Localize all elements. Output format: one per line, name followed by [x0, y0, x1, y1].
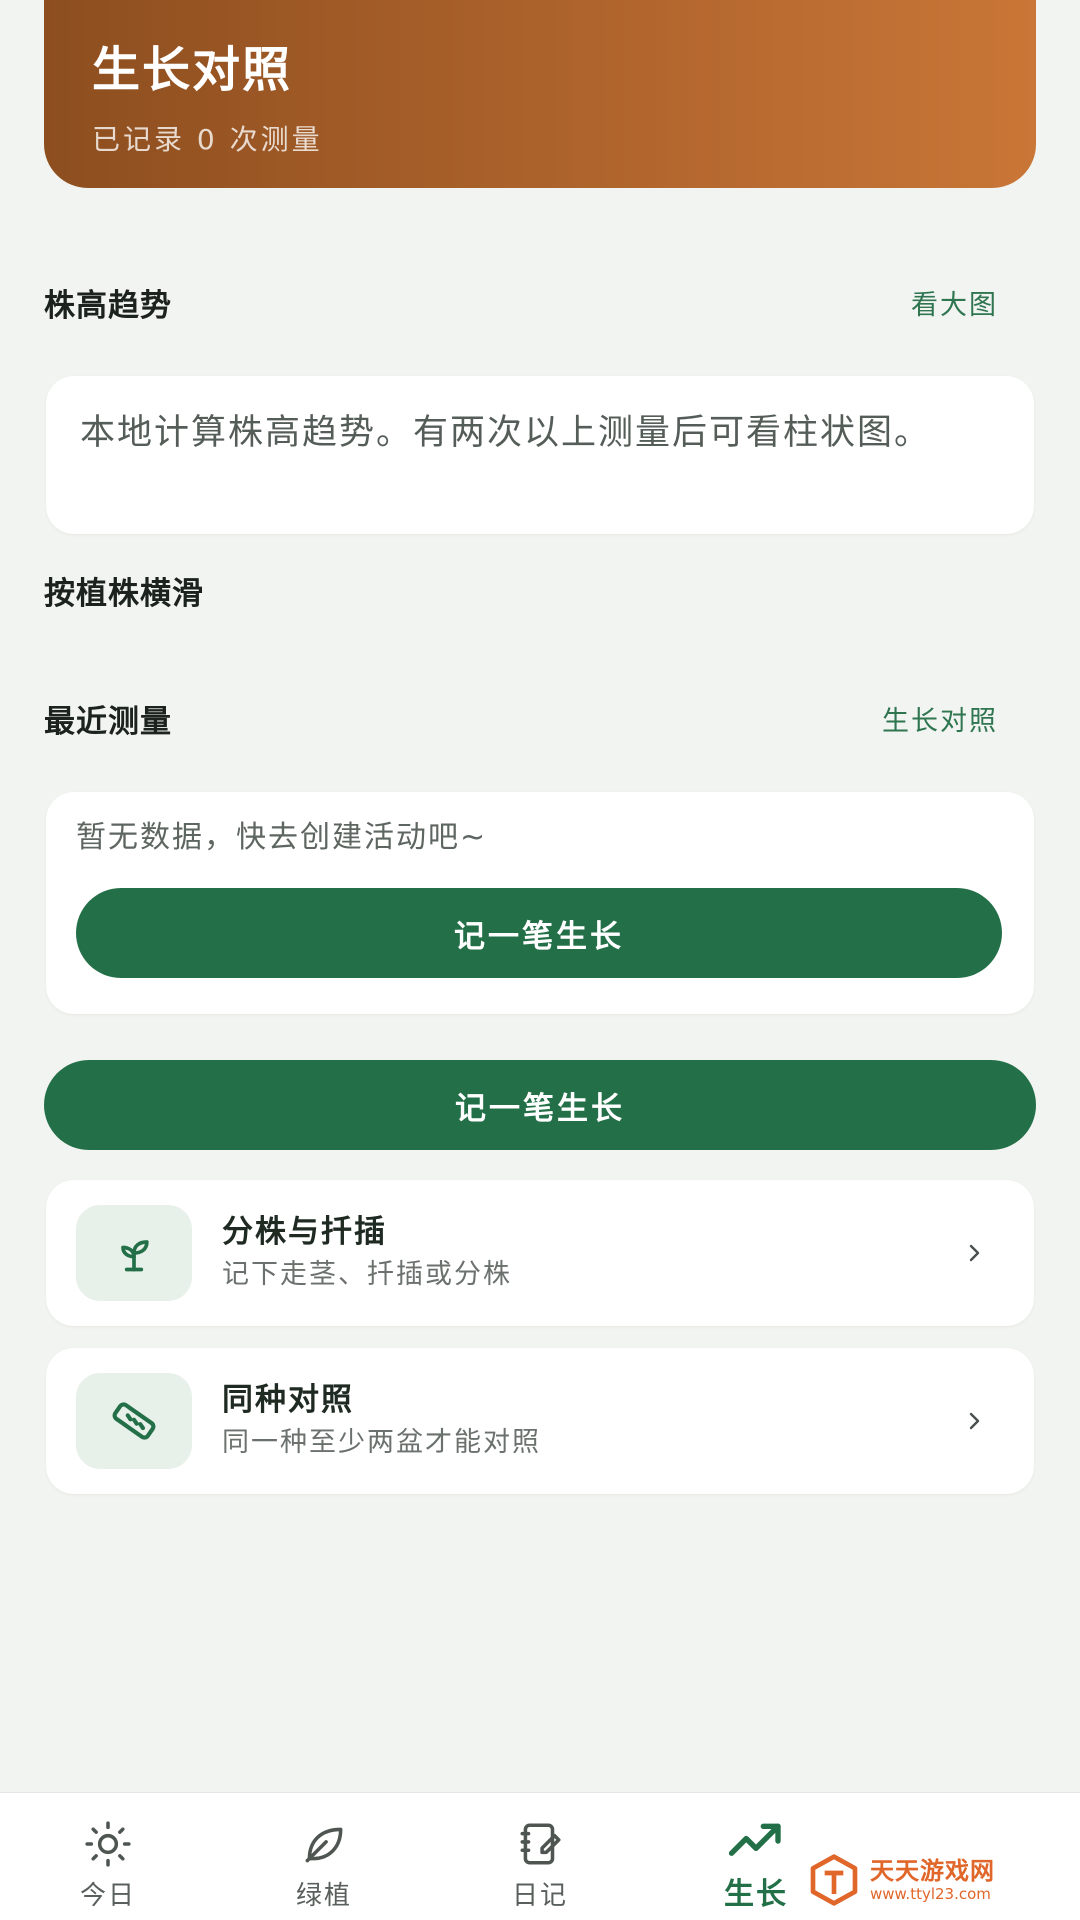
measurement-count: 已记录 0 次测量	[92, 123, 323, 156]
sun-icon	[85, 1821, 131, 1867]
recent-section-header: 最近测量 生长对照	[44, 694, 1036, 742]
sprout-icon	[76, 1205, 192, 1301]
list-item-division-cutting[interactable]: 分株与扦插 记下走茎、扦插或分株	[46, 1180, 1034, 1326]
tab-diary[interactable]: 日记	[460, 1793, 620, 1920]
watermark-url: www.ttyl23.com	[870, 1885, 991, 1903]
swipe-by-plant-label: 按植株横滑	[44, 576, 204, 612]
log-growth-button-inline[interactable]: 记一笔生长	[76, 888, 1002, 978]
growth-compare-link[interactable]: 生长对照	[882, 699, 998, 738]
watermark-logo-icon	[810, 1854, 858, 1906]
log-growth-button[interactable]: 记一笔生长	[44, 1060, 1036, 1150]
watermark-name: 天天游戏网	[870, 1857, 995, 1885]
chevron-right-icon	[954, 1401, 994, 1441]
recent-empty-card: 暂无数据，快去创建活动吧~ 记一笔生长	[46, 792, 1034, 1014]
notebook-icon	[520, 1823, 561, 1865]
tab-label: 生长	[724, 1877, 788, 1912]
trend-icon	[728, 1823, 781, 1856]
leaf-icon	[305, 1827, 343, 1863]
trend-section-header: 株高趋势 看大图	[44, 278, 1036, 326]
page-title: 生长对照	[92, 42, 293, 98]
recent-section-title: 最近测量	[44, 703, 172, 740]
header-banner: 生长对照 已记录 0 次测量	[44, 0, 1036, 188]
growth-compare-page: 生长对照 已记录 0 次测量 株高趋势 看大图 本地计算株高趋势。有两次以上测量…	[0, 0, 1080, 1920]
tab-plants[interactable]: 绿植	[244, 1793, 404, 1920]
trend-description: 本地计算株高趋势。有两次以上测量后可看柱状图。	[80, 413, 932, 453]
tab-label: 绿植	[295, 1881, 352, 1911]
list-item-title: 分株与扦插	[222, 1214, 387, 1250]
list-item-subtitle: 记下走茎、扦插或分株	[222, 1259, 512, 1290]
list-item-title: 同种对照	[222, 1382, 354, 1418]
ruler-icon	[76, 1373, 192, 1469]
list-item-same-species-compare[interactable]: 同种对照 同一种至少两盆才能对照	[46, 1348, 1034, 1494]
tab-label: 今日	[79, 1881, 136, 1911]
list-item-subtitle: 同一种至少两盆才能对照	[222, 1427, 541, 1458]
chevron-right-icon	[954, 1233, 994, 1273]
tab-today[interactable]: 今日	[28, 1793, 188, 1920]
empty-state-text: 暂无数据，快去创建活动吧~	[76, 820, 488, 855]
site-watermark: 天天游戏网 www.ttyl23.com	[806, 1852, 995, 1908]
tab-label: 日记	[511, 1881, 568, 1911]
trend-section-title: 株高趋势	[44, 287, 172, 324]
trend-card: 本地计算株高趋势。有两次以上测量后可看柱状图。	[46, 376, 1034, 534]
view-large-chart-link[interactable]: 看大图	[911, 283, 998, 322]
